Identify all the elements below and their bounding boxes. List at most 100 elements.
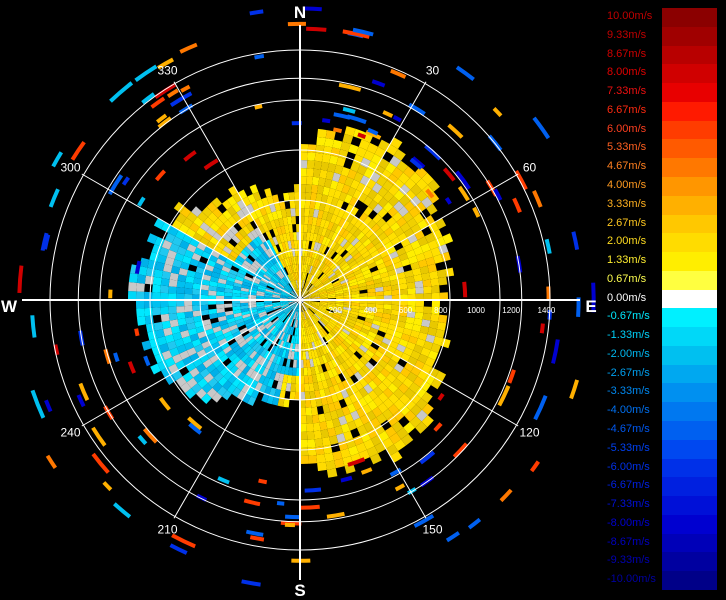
velocity-bin bbox=[305, 407, 313, 416]
velocity-bin bbox=[442, 167, 456, 182]
velocity-bin bbox=[406, 281, 416, 289]
velocity-bin bbox=[360, 467, 373, 475]
velocity-bin bbox=[467, 517, 482, 530]
angle-label: 210 bbox=[157, 523, 177, 537]
velocity-bin bbox=[168, 313, 178, 321]
legend-label: -8.67m/s bbox=[607, 535, 650, 548]
velocity-bin bbox=[136, 316, 146, 326]
velocity-bin bbox=[143, 300, 153, 309]
angle-label: 150 bbox=[422, 523, 442, 537]
velocity-bin bbox=[322, 118, 331, 124]
velocity-bin bbox=[308, 455, 318, 464]
velocity-bin bbox=[176, 312, 186, 320]
legend-label: 2.00m/s bbox=[607, 235, 647, 248]
legend-label: -9.33m/s bbox=[607, 554, 650, 567]
velocity-bin bbox=[414, 280, 424, 288]
legend-label: 5.33m/s bbox=[607, 141, 647, 154]
range-label: 200 bbox=[329, 306, 343, 315]
velocity-bin bbox=[135, 300, 145, 309]
velocity-bin bbox=[144, 307, 153, 317]
velocity-bin bbox=[419, 450, 436, 465]
velocity-bin bbox=[300, 160, 308, 169]
velocity-bin bbox=[323, 145, 333, 156]
velocity-bin bbox=[305, 192, 312, 201]
legend-swatch bbox=[662, 364, 717, 384]
legend-swatch bbox=[662, 195, 717, 215]
legend-entry: -2.00m/s bbox=[606, 345, 718, 365]
velocity-bin bbox=[176, 306, 185, 313]
velocity-bin bbox=[312, 176, 320, 186]
compass-east: E bbox=[585, 297, 596, 316]
legend-label: -4.00m/s bbox=[607, 404, 650, 417]
velocity-bin bbox=[423, 286, 432, 294]
velocity-bin bbox=[144, 315, 154, 325]
velocity-bin bbox=[304, 487, 322, 493]
legend-swatch bbox=[662, 270, 717, 290]
angle-label: 300 bbox=[60, 161, 80, 175]
velocity-bin bbox=[283, 192, 290, 202]
velocity-bin bbox=[17, 265, 24, 293]
velocity-bin bbox=[532, 116, 551, 140]
velocity-bin bbox=[371, 79, 386, 88]
legend-entry: -8.00m/s bbox=[606, 514, 718, 534]
legend-entry: -4.67m/s bbox=[606, 421, 718, 440]
velocity-bin bbox=[340, 475, 353, 483]
legend-label: -6.67m/s bbox=[607, 479, 650, 492]
velocity-bin bbox=[313, 160, 322, 170]
velocity-bin bbox=[30, 315, 37, 338]
velocity-bin bbox=[539, 323, 545, 334]
velocity-bin bbox=[160, 300, 169, 308]
velocity-bin bbox=[315, 446, 325, 456]
velocity-bin bbox=[382, 110, 394, 118]
velocity-bin bbox=[284, 522, 295, 528]
legend-entry: -9.33m/s bbox=[606, 552, 718, 572]
velocity-bin bbox=[160, 306, 169, 315]
velocity-bin bbox=[203, 158, 219, 171]
velocity-bin bbox=[311, 406, 319, 416]
velocity-bin bbox=[30, 389, 46, 419]
velocity-bin bbox=[306, 160, 315, 169]
velocity-bin bbox=[324, 452, 335, 462]
legend-entry: 9.33m/s bbox=[606, 26, 718, 46]
legend-label: -6.00m/s bbox=[607, 460, 650, 473]
compass-north: N bbox=[294, 3, 306, 22]
velocity-bin bbox=[304, 383, 310, 392]
radar-plot: 30 60 120 150 210 240 300 330 200 400 600 800 1000 1… bbox=[1, 3, 597, 600]
velocity-bin bbox=[304, 391, 311, 400]
velocity-bin bbox=[102, 481, 113, 492]
velocity-bin bbox=[137, 434, 148, 446]
range-label: 1400 bbox=[538, 306, 556, 315]
velocity-bin bbox=[444, 197, 452, 205]
legend-label: 9.33m/s bbox=[607, 28, 647, 41]
legend-swatch bbox=[662, 45, 717, 65]
velocity-bin bbox=[407, 287, 416, 295]
velocity-bin bbox=[160, 285, 169, 294]
legend-entry: 4.67m/s bbox=[606, 158, 718, 177]
legend-entry: -2.67m/s bbox=[606, 364, 718, 384]
velocity-bin bbox=[422, 313, 432, 321]
legend-label: -10.00m/s bbox=[607, 573, 656, 586]
velocity-bin bbox=[415, 306, 424, 313]
velocity-bin bbox=[300, 152, 308, 161]
range-label: 600 bbox=[399, 306, 413, 315]
legend-swatch bbox=[662, 139, 717, 159]
legend-entry: -1.33m/s bbox=[606, 327, 718, 346]
legend-swatch bbox=[662, 477, 717, 497]
legend-label: -2.00m/s bbox=[607, 347, 650, 360]
velocity-bin bbox=[288, 192, 295, 201]
legend-entry: -10.00m/s bbox=[606, 571, 718, 590]
legend-entry: 0.00m/s bbox=[606, 289, 718, 309]
velocity-bin bbox=[208, 290, 217, 296]
legend-swatch bbox=[662, 514, 717, 534]
legend-label: 2.67m/s bbox=[607, 216, 647, 229]
velocity-bin bbox=[241, 579, 261, 587]
velocity-bin bbox=[306, 423, 314, 432]
velocity-bin bbox=[383, 290, 392, 296]
legend-swatch bbox=[662, 101, 717, 121]
velocity-bin bbox=[313, 422, 321, 432]
velocity-bin bbox=[307, 144, 317, 153]
velocity-bin bbox=[436, 269, 447, 279]
velocity-bin bbox=[313, 430, 322, 440]
legend-entry: 8.67m/s bbox=[606, 45, 718, 65]
velocity-bin bbox=[135, 291, 145, 300]
